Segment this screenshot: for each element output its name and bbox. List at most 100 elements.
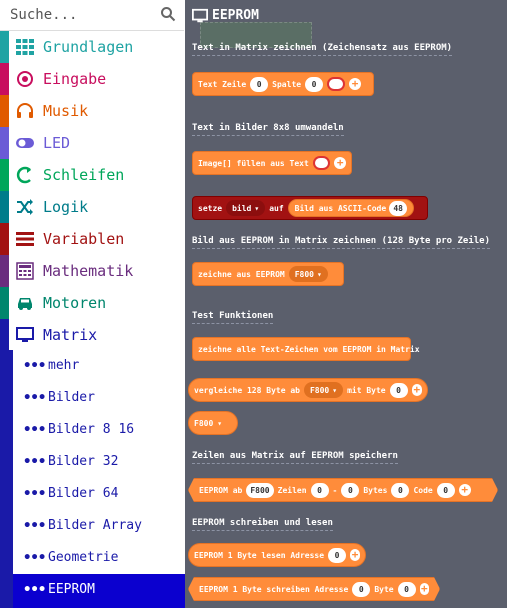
subcategory-mehr[interactable]: ••• mehr bbox=[13, 350, 185, 382]
variable-dropdown[interactable]: bild ▾ bbox=[226, 200, 266, 216]
subcategory-label: EEPROM bbox=[48, 582, 95, 597]
block-image-fill[interactable]: Image[] füllen aus Text + bbox=[192, 151, 352, 175]
block-text: Code bbox=[413, 485, 433, 495]
monitor-icon bbox=[192, 8, 208, 23]
add-icon[interactable]: + bbox=[420, 583, 429, 595]
block-text: EEPROM ab bbox=[199, 485, 243, 495]
category-eingabe[interactable]: Eingabe bbox=[0, 63, 185, 95]
category-variablen[interactable]: Variablen bbox=[0, 223, 185, 255]
dots-icon: ••• bbox=[23, 422, 46, 438]
list-icon bbox=[16, 232, 34, 246]
target-icon bbox=[17, 71, 33, 87]
subcategory-bilder-array[interactable]: ••• Bilder Array bbox=[13, 510, 185, 542]
subcategory-eeprom[interactable]: ••• EEPROM bbox=[13, 574, 185, 608]
category-label: Eingabe bbox=[43, 70, 107, 88]
section-header: EEPROM schreiben und lesen bbox=[192, 518, 333, 531]
text-input[interactable] bbox=[327, 77, 346, 91]
subcategory-bilder-32[interactable]: ••• Bilder 32 bbox=[13, 446, 185, 478]
category-label: Variablen bbox=[43, 230, 125, 248]
category-musik[interactable]: Musik bbox=[0, 95, 185, 127]
dropdown-value: F800 bbox=[294, 269, 314, 279]
shuffle-icon bbox=[17, 199, 33, 215]
add-icon[interactable]: + bbox=[350, 549, 360, 561]
number-input[interactable]: 0 bbox=[437, 483, 455, 498]
block-f800[interactable]: F800 ▾ bbox=[188, 411, 238, 435]
matrix-subcategories: ••• mehr ••• Bilder ••• Bilder 8 16 ••• Bild… bbox=[0, 350, 185, 608]
string-input[interactable]: F800 bbox=[246, 483, 273, 498]
number-input[interactable]: 0 bbox=[391, 483, 409, 498]
category-color-bar bbox=[0, 255, 9, 287]
subcategory-geometrie[interactable]: ••• Geometrie bbox=[13, 542, 185, 574]
add-icon[interactable]: + bbox=[459, 484, 471, 496]
caret-down-icon: ▾ bbox=[332, 385, 338, 395]
toolbox: Suche... Grundlagen Eingabe Musik LED Sc… bbox=[0, 0, 185, 608]
number-input[interactable]: 0 bbox=[250, 76, 269, 92]
number-input[interactable]: 0 bbox=[311, 483, 329, 498]
category-led[interactable]: LED bbox=[0, 127, 185, 159]
subcategory-bilder-64[interactable]: ••• Bilder 64 bbox=[13, 478, 185, 510]
category-label: LED bbox=[43, 134, 71, 152]
dropdown-value: F800 bbox=[194, 418, 214, 428]
block-text: - bbox=[332, 485, 338, 495]
subcategory-label: Bilder 8 16 bbox=[48, 422, 135, 437]
category-label: Mathematik bbox=[43, 262, 134, 280]
number-input[interactable]: 48 bbox=[389, 200, 408, 216]
block-vergleiche[interactable]: vergleiche 128 Byte ab F800 ▾ mit Byte 0 … bbox=[188, 378, 428, 402]
dots-icon: ••• bbox=[23, 454, 46, 470]
category-schleifen[interactable]: Schleifen bbox=[0, 159, 185, 191]
subcategory-label: mehr bbox=[48, 358, 80, 373]
address-dropdown[interactable]: F800 ▾ bbox=[303, 382, 344, 398]
caret-down-icon: ▾ bbox=[254, 203, 260, 213]
block-text: Image[] füllen aus Text bbox=[198, 158, 309, 168]
caret-down-icon: ▾ bbox=[316, 269, 322, 279]
block-setze-bild[interactable]: setze bild ▾ auf Bild aus ASCII-Code 48 bbox=[192, 196, 428, 220]
loop-icon bbox=[16, 166, 31, 184]
block-zeichne-aus-eeprom[interactable]: zeichne aus EEPROM F800 ▾ bbox=[192, 262, 344, 286]
block-eeprom-lesen[interactable]: EEPROM 1 Byte lesen Adresse 0 + bbox=[188, 543, 366, 567]
number-input[interactable]: 0 bbox=[341, 483, 359, 498]
subcategory-label: Bilder bbox=[48, 390, 95, 405]
number-input[interactable]: 0 bbox=[328, 547, 347, 563]
category-mathematik[interactable]: Mathematik bbox=[0, 255, 185, 287]
flyout-title-text: EEPROM bbox=[212, 8, 259, 23]
number-input[interactable]: 0 bbox=[398, 582, 416, 597]
text-input[interactable] bbox=[312, 156, 331, 170]
add-icon[interactable]: + bbox=[349, 78, 362, 90]
monitor-icon bbox=[16, 327, 34, 342]
add-icon[interactable]: + bbox=[334, 157, 346, 169]
number-input[interactable]: 0 bbox=[305, 76, 324, 92]
calculator-icon bbox=[16, 262, 34, 280]
address-dropdown[interactable]: F800 ▾ bbox=[288, 266, 328, 282]
dots-icon: ••• bbox=[23, 486, 46, 502]
search-icon[interactable] bbox=[160, 6, 176, 22]
number-input[interactable]: 0 bbox=[352, 582, 370, 597]
subcategory-label: Geometrie bbox=[48, 550, 119, 565]
bild-aus-ascii-block[interactable]: Bild aus ASCII-Code 48 bbox=[287, 199, 415, 217]
block-text: Bild aus ASCII-Code bbox=[294, 203, 387, 213]
block-eeprom-ab[interactable]: EEPROM ab F800 Zeilen 0 - 0 Bytes 0 Code… bbox=[188, 478, 498, 502]
number-input[interactable]: 0 bbox=[389, 382, 408, 398]
block-text: Spalte bbox=[272, 79, 302, 89]
category-color-bar bbox=[0, 159, 9, 191]
subcategory-bilder[interactable]: ••• Bilder bbox=[13, 382, 185, 414]
block-text: mit Byte bbox=[347, 385, 386, 395]
subcategory-bilder-8-16[interactable]: ••• Bilder 8 16 bbox=[13, 414, 185, 446]
category-matrix[interactable]: Matrix bbox=[0, 319, 185, 351]
grid-icon bbox=[16, 39, 34, 55]
category-motoren[interactable]: Motoren bbox=[0, 287, 185, 319]
block-text-zeile[interactable]: Text Zeile 0 Spalte 0 + bbox=[192, 72, 374, 96]
category-label: Musik bbox=[43, 102, 89, 120]
car-icon bbox=[18, 298, 32, 310]
block-eeprom-schreiben[interactable]: EEPROM 1 Byte schreiben Adresse 0 Byte 0… bbox=[188, 577, 440, 601]
category-grundlagen[interactable]: Grundlagen bbox=[0, 31, 185, 63]
category-color-bar bbox=[0, 63, 9, 95]
search-box[interactable]: Suche... bbox=[0, 0, 184, 31]
add-icon[interactable]: + bbox=[411, 384, 422, 396]
block-text: auf bbox=[269, 203, 284, 213]
block-text: vergleiche 128 Byte ab bbox=[194, 385, 300, 395]
block-zeichne-alle-zeichen[interactable]: zeichne alle Text-Zeichen vom EEPROM in … bbox=[192, 337, 420, 361]
category-logik[interactable]: Logik bbox=[0, 191, 185, 223]
category-label: Grundlagen bbox=[43, 38, 134, 56]
block-text: EEPROM 1 Byte schreiben Adresse bbox=[199, 584, 349, 594]
category-color-bar bbox=[0, 319, 9, 351]
